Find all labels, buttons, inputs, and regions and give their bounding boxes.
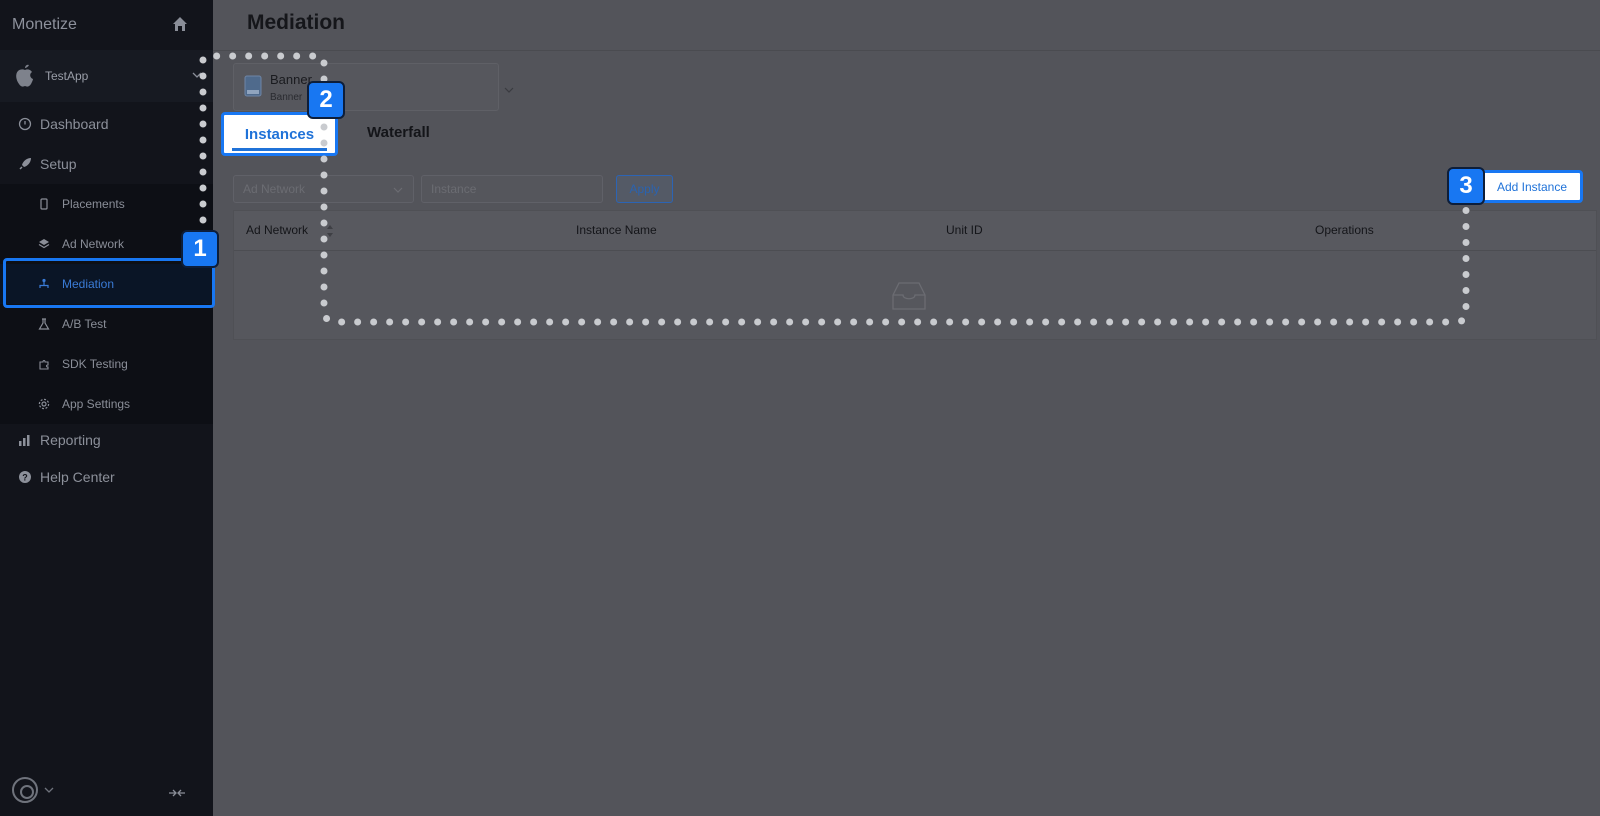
nav-ab-test[interactable]: A/B Test	[0, 304, 213, 344]
nav-setup[interactable]: Setup	[0, 144, 213, 184]
user-avatar[interactable]	[12, 777, 38, 803]
instance-search-input[interactable]	[421, 175, 603, 203]
tab-waterfall[interactable]: Waterfall	[367, 124, 430, 141]
help-icon: ?	[18, 470, 32, 484]
nav-placements[interactable]: Placements	[0, 184, 213, 224]
nav-ab-test-label: A/B Test	[62, 317, 107, 331]
nav-dashboard[interactable]: Dashboard	[0, 104, 213, 144]
active-tab-indicator	[232, 148, 327, 151]
nav-dashboard-label: Dashboard	[40, 116, 109, 132]
nav-placements-label: Placements	[62, 197, 125, 211]
gear-icon	[38, 398, 50, 410]
bar-chart-icon	[18, 433, 32, 447]
chevron-down-icon[interactable]	[44, 786, 54, 794]
nav-ad-network-label: Ad Network	[62, 237, 125, 251]
chevron-down-icon	[504, 87, 514, 93]
placement-subtitle: Banner	[270, 92, 303, 103]
column-ad-network[interactable]: Ad Network	[246, 223, 308, 237]
nav-sdk-testing[interactable]: SDK Testing	[0, 344, 213, 384]
apple-icon	[16, 64, 33, 87]
divider	[213, 50, 1600, 51]
nav-reporting[interactable]: Reporting	[0, 420, 213, 460]
add-instance-button[interactable]: Add Instance	[1481, 170, 1583, 203]
table-header: Ad Network Instance Name Unit ID Operati…	[234, 211, 1596, 251]
svg-text:?: ?	[22, 473, 28, 483]
ad-network-filter[interactable]: Ad Network	[233, 175, 414, 203]
step-badge-2: 2	[307, 81, 345, 119]
main-content: Mediation Banner Banner Instances Waterf…	[213, 0, 1600, 816]
empty-inbox-icon	[892, 282, 926, 310]
nav-app-settings[interactable]: App Settings	[0, 384, 213, 424]
chevron-down-icon[interactable]	[192, 70, 202, 80]
rocket-icon	[18, 157, 32, 171]
home-icon[interactable]	[172, 16, 188, 32]
ad-network-filter-placeholder: Ad Network	[243, 182, 306, 196]
sidebar: Monetize TestApp Dashboard Setup Placeme…	[0, 0, 213, 816]
column-unit-id: Unit ID	[946, 223, 983, 237]
tab-instances-label: Instances	[244, 125, 315, 143]
app-name: TestApp	[45, 69, 89, 83]
phone-icon	[38, 198, 50, 210]
nav-help-center-label: Help Center	[40, 469, 115, 485]
app-selector[interactable]: TestApp	[0, 50, 213, 102]
sort-icon[interactable]	[326, 224, 334, 238]
chevron-down-icon	[393, 187, 403, 193]
apply-button[interactable]: Apply	[616, 175, 673, 203]
puzzle-icon	[38, 358, 50, 370]
step-badge-1: 1	[181, 230, 219, 268]
instances-table: Ad Network Instance Name Unit ID Operati…	[233, 210, 1597, 340]
column-instance-name: Instance Name	[576, 223, 657, 237]
nav-sdk-testing-label: SDK Testing	[62, 357, 128, 371]
collapse-sidebar-icon[interactable]	[168, 788, 186, 798]
nav-setup-label: Setup	[40, 156, 77, 172]
nav-reporting-label: Reporting	[40, 432, 101, 448]
flask-icon	[38, 318, 50, 330]
column-operations: Operations	[1315, 223, 1374, 237]
placement-select[interactable]: Banner Banner	[233, 63, 514, 111]
banner-icon	[244, 75, 262, 97]
placement-title: Banner	[270, 72, 312, 87]
page-title: Mediation	[247, 11, 345, 34]
dashboard-icon	[18, 117, 32, 131]
nav-app-settings-label: App Settings	[62, 397, 131, 411]
layers-icon	[38, 238, 50, 250]
nav-help-center[interactable]: ? Help Center	[0, 457, 213, 497]
brand-name: Monetize	[12, 16, 77, 33]
step-badge-3: 3	[1447, 167, 1485, 205]
